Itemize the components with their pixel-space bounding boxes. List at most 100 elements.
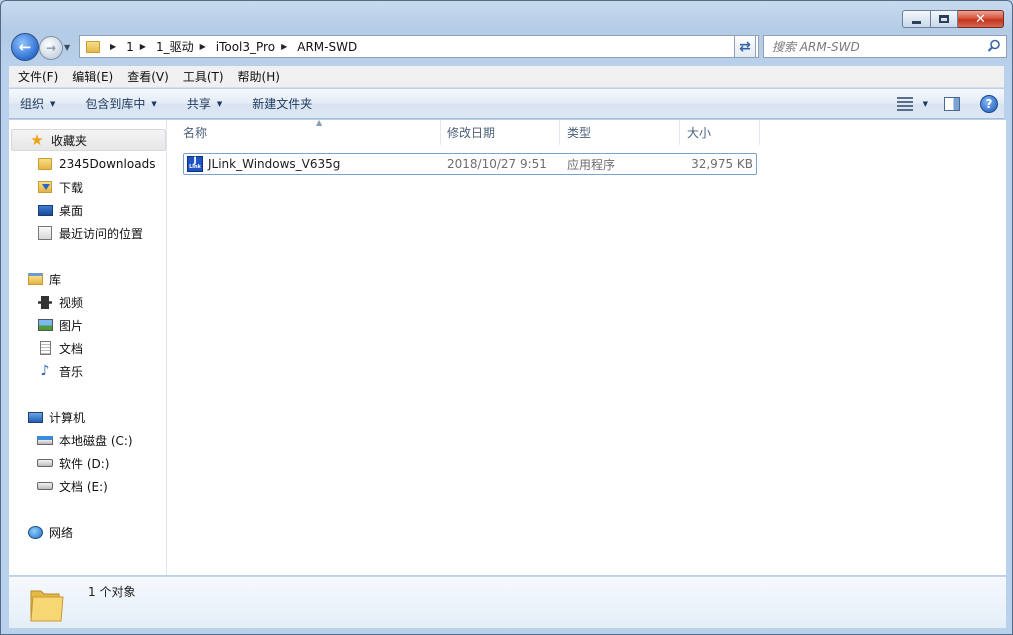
breadcrumb-item[interactable]: 1 [126, 40, 134, 54]
preview-pane-icon[interactable] [944, 97, 960, 111]
arrow-left-icon: ← [18, 38, 32, 56]
sidebar-item-documents[interactable]: 文档 [9, 337, 83, 359]
sidebar-item-2345downloads[interactable]: 2345Downloads [9, 153, 155, 175]
video-icon [37, 294, 53, 310]
menu-bar: 文件(F) 编辑(E) 查看(V) 工具(T) 帮助(H) [9, 66, 1004, 88]
refresh-button[interactable]: ⇄ [734, 35, 756, 58]
sort-ascending-icon: ▲ [316, 118, 323, 127]
column-label: 大小 [687, 126, 712, 140]
menu-tools[interactable]: 工具(T) [178, 68, 229, 85]
sidebar-item-recent-places[interactable]: 最近访问的位置 [9, 222, 143, 244]
file-list: 名称 ▲ 修改日期 类型 大小 J Link JLink_Windows_V635… [168, 118, 1006, 575]
sidebar-item-videos[interactable]: 视频 [9, 291, 83, 313]
breadcrumb-arrow-icon[interactable]: ▶ [281, 42, 287, 51]
sidebar-item-drive-e[interactable]: 文档 (E:) [9, 475, 108, 497]
breadcrumb: ▶ 1 ▶ 1_驱动 ▶ iTool3_Pro ▶ ARM-SWD [104, 38, 357, 55]
sidebar-label: 软件 (D:) [59, 456, 110, 471]
sidebar-label: 音乐 [59, 364, 84, 379]
sidebar-label: 下载 [59, 180, 84, 195]
sidebar-favorites[interactable]: ★ 收藏夹 [11, 129, 166, 151]
sidebar-label: 视频 [59, 295, 84, 310]
search-input[interactable] [764, 36, 974, 57]
column-header-type[interactable]: 类型 [560, 120, 680, 145]
recent-places-icon [37, 225, 53, 241]
view-options-icon[interactable] [896, 97, 913, 111]
sidebar-item-pictures[interactable]: 图片 [9, 314, 83, 336]
sidebar-libraries[interactable]: 库 [9, 268, 61, 290]
menu-help[interactable]: 帮助(H) [233, 68, 285, 85]
folder-icon [37, 156, 53, 172]
column-header-size[interactable]: 大小 [680, 120, 760, 145]
breadcrumb-arrow-icon[interactable]: ▶ [110, 42, 116, 51]
sidebar-network[interactable]: 网络 [9, 521, 73, 543]
include-library-label: 包含到库中 [85, 97, 146, 111]
refresh-icon: ⇄ [739, 38, 751, 55]
navigation-pane: ★ 收藏夹 2345Downloads 下载 桌面 最近访问的位置 库 视频 图… [9, 120, 167, 575]
command-bar: 组织 ▼ 包含到库中 ▼ 共享 ▼ 新建文件夹 ▼ ? [9, 89, 1004, 119]
arrow-right-icon: → [45, 41, 57, 55]
chevron-down-icon: ▼ [151, 99, 157, 108]
folder-icon [30, 590, 64, 622]
minimize-icon [912, 20, 921, 24]
downloads-folder-icon [37, 179, 53, 195]
breadcrumb-item[interactable]: 1_驱动 [156, 38, 194, 55]
sidebar-item-drive-c[interactable]: 本地磁盘 (C:) [9, 429, 133, 451]
sidebar-label: 计算机 [49, 410, 86, 425]
sidebar-label: 收藏夹 [51, 133, 88, 148]
column-label: 类型 [567, 126, 592, 140]
close-button[interactable]: ✕ [958, 10, 1004, 28]
back-button[interactable]: ← [11, 33, 39, 61]
picture-icon [37, 317, 53, 333]
breadcrumb-item[interactable]: ARM-SWD [297, 40, 357, 54]
organize-label: 组织 [20, 97, 45, 111]
folder-icon [86, 40, 100, 53]
file-row[interactable]: J Link JLink_Windows_V635g 2018/10/27 9:5… [183, 153, 757, 175]
jlink-app-icon: J Link [187, 156, 203, 172]
sidebar-computer[interactable]: 计算机 [9, 406, 85, 428]
file-type: 应用程序 [567, 157, 616, 172]
sidebar-item-drive-d[interactable]: 软件 (D:) [9, 452, 109, 474]
sidebar-label: 2345Downloads [59, 157, 156, 171]
forward-button[interactable]: → [39, 36, 63, 60]
file-name-cell[interactable]: J Link JLink_Windows_V635g [187, 154, 340, 174]
column-header-name[interactable]: 名称 ▲ [176, 118, 441, 145]
menu-file[interactable]: 文件(F) [13, 68, 63, 85]
maximize-button[interactable] [930, 10, 958, 28]
breadcrumb-arrow-icon[interactable]: ▶ [140, 42, 146, 51]
sidebar-label: 图片 [59, 318, 84, 333]
recent-pages-dropdown[interactable]: ▼ [64, 43, 74, 53]
system-drive-icon [37, 432, 53, 448]
search-icon[interactable] [987, 39, 1001, 53]
details-pane: 1 个对象 [9, 576, 1006, 628]
sidebar-item-downloads[interactable]: 下载 [9, 176, 83, 198]
breadcrumb-arrow-icon[interactable]: ▶ [200, 42, 206, 51]
sidebar-label: 桌面 [59, 203, 84, 218]
organize-button[interactable]: 组织 ▼ [11, 89, 64, 118]
new-folder-button[interactable]: 新建文件夹 [243, 89, 321, 118]
address-bar[interactable]: ▶ 1 ▶ 1_驱动 ▶ iTool3_Pro ▶ ARM-SWD ▼ [79, 35, 759, 58]
computer-icon [27, 409, 43, 425]
chevron-down-icon: ▼ [216, 99, 223, 108]
sidebar-item-desktop[interactable]: 桌面 [9, 199, 83, 221]
share-button[interactable]: 共享 ▼ [178, 89, 231, 118]
breadcrumb-item[interactable]: iTool3_Pro [216, 40, 275, 54]
column-header-date[interactable]: 修改日期 [440, 120, 560, 145]
minimize-button[interactable] [902, 10, 930, 28]
navigation-row: ← → ▼ ▶ 1 ▶ 1_驱动 ▶ iTool3_Pro ▶ ARM-SWD … [9, 33, 1007, 61]
sidebar-item-music[interactable]: ♪ 音乐 [9, 360, 83, 382]
column-label: 名称 [183, 126, 208, 140]
new-folder-label: 新建文件夹 [252, 97, 313, 111]
include-in-library-button[interactable]: 包含到库中 ▼ [76, 89, 165, 118]
menu-view[interactable]: 查看(V) [122, 68, 174, 85]
help-icon[interactable]: ? [980, 95, 998, 113]
file-date: 2018/10/27 9:51 [447, 157, 547, 171]
file-size: 32,975 KB [691, 157, 753, 171]
search-box[interactable] [763, 35, 1007, 58]
document-icon [37, 340, 53, 356]
sidebar-label: 最近访问的位置 [59, 226, 144, 241]
sidebar-label: 文档 [59, 341, 84, 356]
view-options-dropdown[interactable]: ▼ [923, 100, 928, 108]
menu-edit[interactable]: 编辑(E) [67, 68, 118, 85]
sidebar-label: 库 [49, 272, 62, 287]
share-label: 共享 [186, 97, 211, 111]
